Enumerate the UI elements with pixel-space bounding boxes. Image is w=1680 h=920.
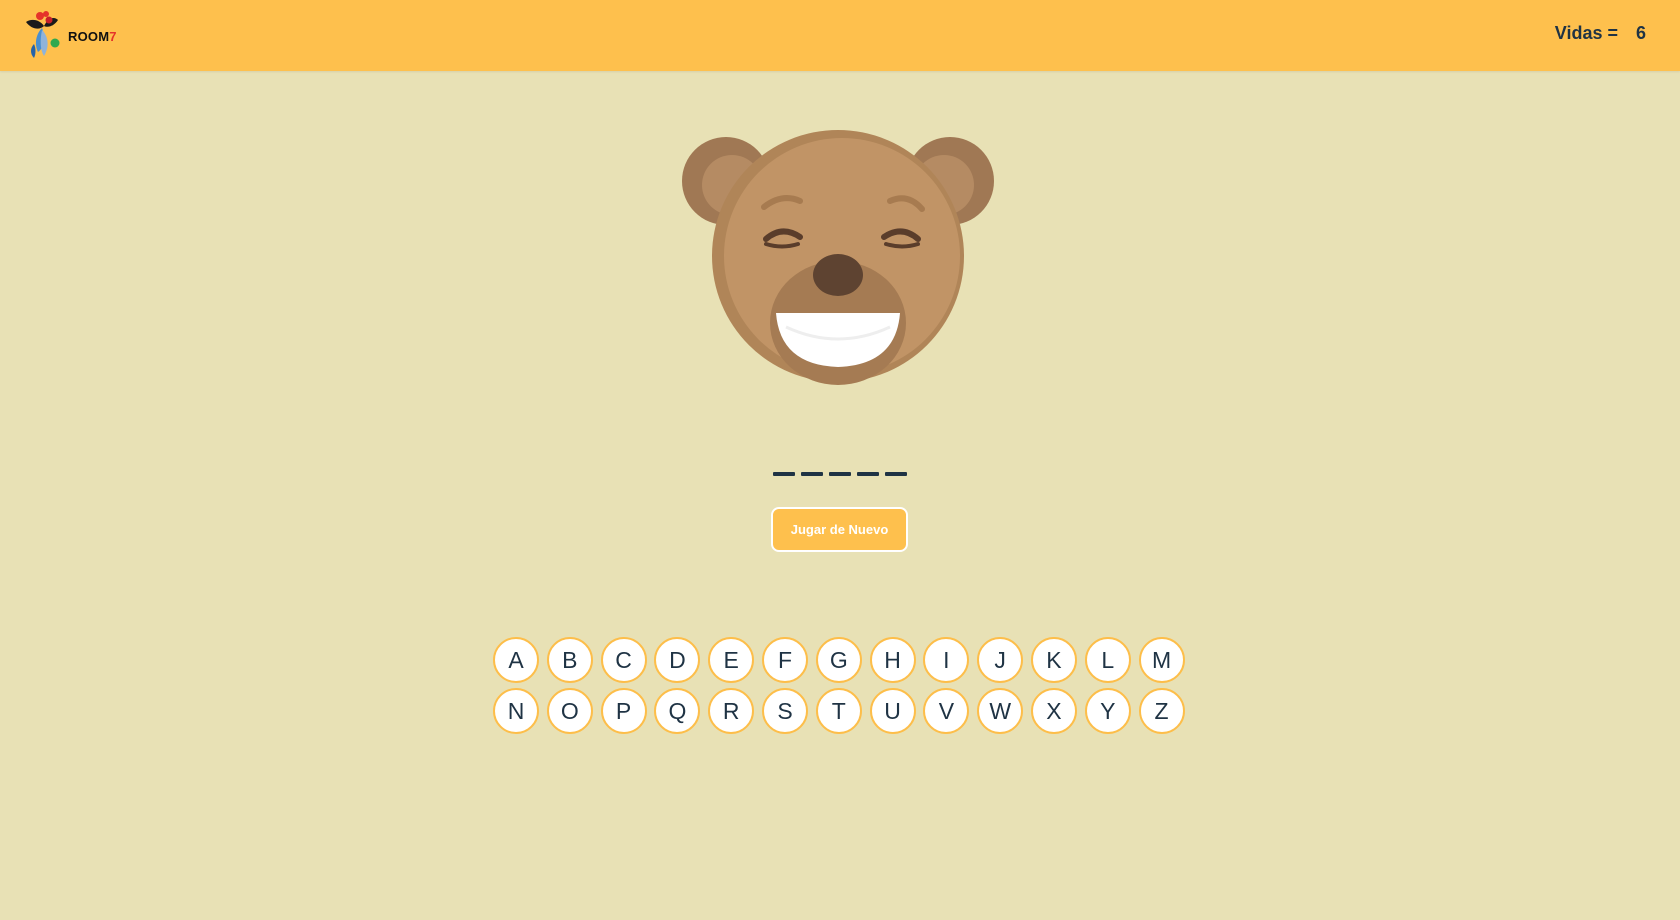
key-u[interactable]: U: [869, 688, 916, 734]
key-q[interactable]: Q: [654, 688, 701, 734]
key-x[interactable]: X: [1030, 688, 1077, 734]
key-t[interactable]: T: [815, 688, 862, 734]
letter-slot: [885, 472, 907, 476]
key-w[interactable]: W: [977, 688, 1024, 734]
key-j[interactable]: J: [977, 637, 1024, 683]
key-p[interactable]: P: [600, 688, 647, 734]
key-i[interactable]: I: [923, 637, 970, 683]
letter-slot: [801, 472, 823, 476]
letter-keyboard: A B C D E F G H I J K L M N O P Q R S T …: [493, 637, 1189, 734]
logo-text: ROOM7: [68, 28, 117, 44]
letter-slot: [773, 472, 795, 476]
room7-logo[interactable]: ROOM7: [22, 8, 117, 62]
room7-logo-icon: [26, 11, 60, 58]
key-d[interactable]: D: [654, 637, 701, 683]
key-z[interactable]: Z: [1138, 688, 1185, 734]
key-r[interactable]: R: [708, 688, 755, 734]
lives-counter: Vidas = 6: [1555, 23, 1646, 44]
key-s[interactable]: S: [761, 688, 808, 734]
hidden-word: [0, 472, 1680, 476]
letter-slot: [857, 472, 879, 476]
key-k[interactable]: K: [1030, 637, 1077, 683]
key-e[interactable]: E: [708, 637, 755, 683]
key-v[interactable]: V: [923, 688, 970, 734]
logo-number: 7: [109, 28, 117, 44]
key-b[interactable]: B: [546, 637, 593, 683]
key-o[interactable]: O: [546, 688, 593, 734]
play-again-button[interactable]: Jugar de Nuevo: [771, 507, 908, 552]
laughing-bear-icon: [682, 130, 994, 385]
lives-value: 6: [1635, 23, 1646, 43]
key-c[interactable]: C: [600, 637, 647, 683]
lives-label: Vidas =: [1554, 23, 1618, 43]
bear-face-illustration: [682, 127, 994, 385]
letter-slot: [829, 472, 851, 476]
key-g[interactable]: G: [815, 637, 862, 683]
key-n[interactable]: N: [493, 688, 539, 734]
top-bar: ROOM7 Vidas = 6: [0, 0, 1680, 71]
key-h[interactable]: H: [869, 637, 916, 683]
key-y[interactable]: Y: [1084, 688, 1131, 734]
key-f[interactable]: F: [761, 637, 808, 683]
key-m[interactable]: M: [1138, 637, 1185, 683]
key-a[interactable]: A: [493, 637, 539, 683]
key-l[interactable]: L: [1084, 637, 1131, 683]
